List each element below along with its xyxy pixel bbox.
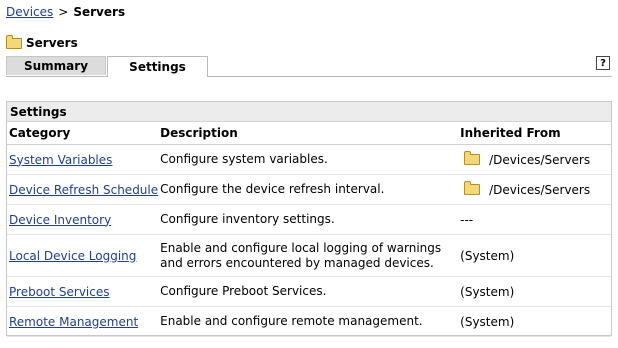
tab-settings[interactable]: Settings: [107, 56, 208, 77]
table-row: Device Inventory Configure inventory set…: [7, 204, 611, 235]
row-description: Enable and configure local logging of wa…: [158, 234, 459, 277]
breadcrumb-devices-link[interactable]: Devices: [6, 5, 53, 19]
row-description: Configure system variables.: [158, 144, 459, 175]
row-inherited: /Devices/Servers: [460, 151, 611, 167]
row-description: Configure Preboot Services.: [158, 276, 459, 307]
page-title: Servers: [6, 34, 78, 50]
row-description: Configure inventory settings.: [158, 204, 459, 235]
row-description: Configure the device refresh interval.: [158, 174, 459, 205]
category-link-system-variables[interactable]: System Variables: [9, 153, 112, 167]
row-inherited: /Devices/Servers: [460, 181, 611, 197]
tab-bar: Summary Settings: [6, 56, 612, 77]
page: Devices > Servers Servers Summary Settings…: [0, 0, 618, 348]
row-inherited: (System): [458, 276, 611, 307]
row-inherited: (System): [458, 306, 611, 337]
page-title-text: Servers: [26, 36, 78, 50]
table-header-row: Category Description Inherited From: [7, 122, 611, 145]
settings-table: Category Description Inherited From Syst…: [7, 122, 611, 337]
category-link-device-inventory[interactable]: Device Inventory: [9, 213, 111, 227]
table-row: Remote Management Enable and configure r…: [7, 306, 611, 337]
breadcrumb-current: Servers: [73, 5, 126, 19]
row-inherited: ---: [458, 204, 611, 235]
breadcrumb: Devices > Servers: [6, 5, 125, 19]
row-inherited-text: /Devices/Servers: [489, 152, 591, 167]
column-header-category: Category: [7, 122, 159, 145]
column-header-inherited: Inherited From: [458, 122, 611, 145]
settings-panel: Settings Category Description Inherited …: [6, 101, 612, 337]
folder-icon: [464, 151, 481, 165]
row-description: Enable and configure remote management.: [158, 306, 459, 337]
category-link-remote-management[interactable]: Remote Management: [9, 315, 138, 329]
breadcrumb-separator: >: [58, 5, 69, 19]
category-link-preboot-services[interactable]: Preboot Services: [9, 285, 110, 299]
table-row: System Variables Configure system variab…: [7, 144, 611, 175]
category-link-local-device-logging[interactable]: Local Device Logging: [9, 249, 136, 263]
settings-panel-title: Settings: [7, 102, 611, 122]
column-header-description: Description: [158, 122, 459, 145]
tab-summary[interactable]: Summary: [6, 56, 106, 75]
folder-icon: [6, 34, 22, 49]
row-inherited-text: /Devices/Servers: [489, 182, 591, 197]
table-row: Device Refresh Schedule Configure the de…: [7, 174, 611, 205]
table-row: Preboot Services Configure Preboot Servi…: [7, 276, 611, 307]
category-link-device-refresh-schedule[interactable]: Device Refresh Schedule: [9, 183, 158, 197]
help-button[interactable]: ?: [596, 56, 610, 70]
table-row: Local Device Logging Enable and configur…: [7, 234, 611, 277]
folder-icon: [464, 181, 481, 195]
row-inherited: (System): [458, 234, 611, 277]
